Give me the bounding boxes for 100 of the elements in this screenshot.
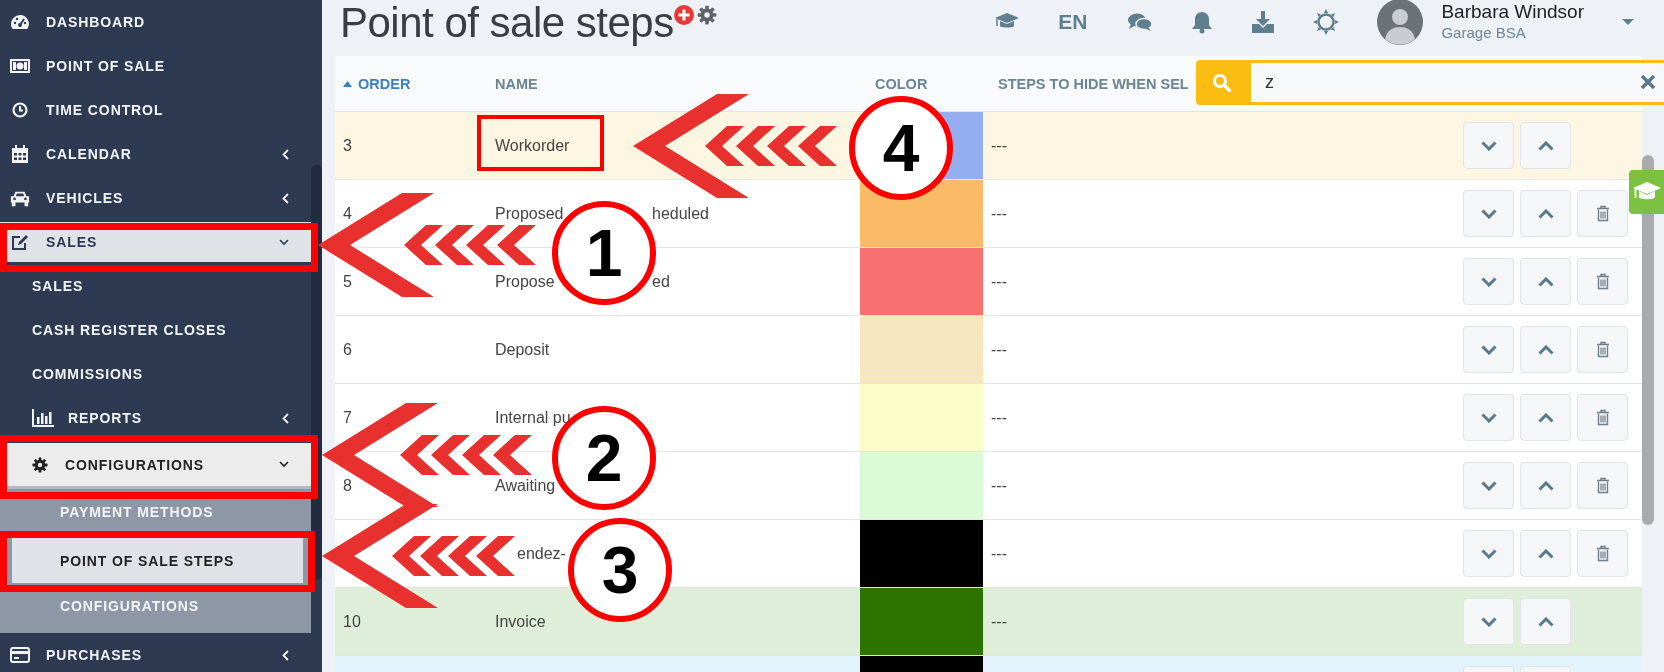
help-tab[interactable] [1629, 170, 1664, 214]
move-up-button[interactable] [1520, 190, 1571, 237]
step-name: Invoice [495, 612, 546, 631]
chevron-up-icon [1537, 480, 1554, 491]
nav-item[interactable]: REPORTS [0, 396, 311, 440]
credit-card-icon [10, 647, 30, 663]
trash-icon [1595, 273, 1610, 290]
chevron-up-icon [1537, 412, 1554, 423]
move-down-button[interactable] [1463, 394, 1514, 441]
chevron-down-icon [1480, 616, 1497, 627]
move-up-button[interactable] [1520, 326, 1571, 373]
nav-item[interactable]: CALENDAR [0, 132, 311, 176]
settings-icon[interactable] [696, 5, 717, 25]
nav-item[interactable]: TIME CONTROL [0, 88, 311, 132]
delete-button[interactable] [1577, 394, 1628, 441]
search-field[interactable]: z [1248, 60, 1664, 105]
banknote-icon [10, 59, 30, 73]
delete-button[interactable] [1577, 530, 1628, 577]
table-cell: 4 [343, 204, 352, 223]
chevron-up-icon [1537, 140, 1554, 151]
column-header[interactable]: STEPS TO HIDE WHEN SEL [998, 75, 1189, 92]
table-cell: --- [991, 204, 1007, 223]
nav-item[interactable]: VEHICLES [0, 176, 311, 220]
nav-item[interactable]: POINT OF SALE [0, 44, 311, 88]
delete-button[interactable] [1577, 190, 1628, 237]
move-up-button[interactable] [1520, 122, 1571, 169]
step-name: endez- [517, 544, 566, 563]
chevron-down-icon [1480, 480, 1497, 491]
gauge-icon [10, 14, 30, 30]
column-header[interactable]: COLOR [875, 75, 928, 92]
move-up-button[interactable] [1520, 394, 1571, 441]
user-name: Barbara Windsor [1441, 1, 1584, 23]
move-up-button[interactable] [1520, 462, 1571, 509]
column-header[interactable]: ORDER [343, 75, 411, 92]
chevron-down-icon [1480, 412, 1497, 423]
scrollbar[interactable] [311, 165, 322, 580]
move-down-button[interactable] [1463, 462, 1514, 509]
search-icon [1212, 72, 1232, 93]
nav-item[interactable]: PURCHASES [0, 633, 311, 672]
car-icon [10, 189, 30, 207]
add-icon[interactable] [673, 5, 694, 25]
sort-up-icon [343, 80, 352, 87]
chevron-up-icon [1537, 344, 1554, 355]
nav-item[interactable]: CASH REGISTER CLOSES [0, 308, 311, 352]
clock-icon [10, 102, 30, 118]
chevron-down-icon [1480, 140, 1497, 151]
trash-icon [1595, 409, 1610, 426]
move-up-button[interactable] [1520, 258, 1571, 305]
step-name: Propose [495, 272, 555, 291]
chevron-up-icon [1537, 276, 1554, 287]
table-cell: --- [991, 476, 1007, 495]
nav-item[interactable]: POINT OF SALE STEPS [12, 538, 303, 583]
move-up-button[interactable] [1520, 530, 1571, 577]
sun-icon[interactable] [1313, 9, 1340, 35]
move-down-button[interactable] [1463, 258, 1514, 305]
delete-button[interactable] [1577, 326, 1628, 373]
chevron-down-icon [1480, 548, 1497, 559]
move-down-button[interactable] [1463, 598, 1514, 645]
table-cell: 10 [343, 612, 361, 631]
table-cell: 5 [343, 272, 352, 291]
move-down-button[interactable] [1463, 190, 1514, 237]
trash-icon [1595, 205, 1610, 222]
chevron-down-icon [1480, 344, 1497, 355]
download-icon[interactable] [1251, 11, 1276, 33]
chat-icon[interactable] [1127, 12, 1154, 32]
gear-icon [32, 456, 48, 473]
company-name: Garage BSA [1441, 23, 1527, 43]
language-selector[interactable]: EN [1058, 10, 1088, 34]
caret-icon[interactable] [1622, 18, 1634, 26]
table-cell: 7 [343, 408, 352, 427]
edit-icon [10, 233, 30, 251]
trash-icon [1595, 545, 1610, 562]
column-header[interactable]: NAME [495, 75, 538, 92]
page-title: Point of sale steps [340, 0, 674, 46]
close-icon[interactable] [1640, 74, 1656, 90]
chevron-up-icon [1537, 208, 1554, 219]
nav-item[interactable]: DASHBOARD [0, 0, 311, 44]
calendar-icon [10, 144, 30, 164]
nav-item[interactable]: COMMISSIONS [0, 352, 311, 396]
move-down-button[interactable] [1463, 326, 1514, 373]
nav-item[interactable]: SALES [0, 264, 311, 308]
trash-icon [1595, 341, 1610, 358]
avatar [1377, 0, 1424, 45]
bell-icon[interactable] [1191, 10, 1214, 34]
step-name: Workorder [495, 136, 570, 155]
table-cell: --- [991, 612, 1007, 631]
table-cell: --- [991, 408, 1007, 427]
bar-chart-icon [32, 409, 54, 427]
move-down-button[interactable] [1463, 530, 1514, 577]
step-name: Deposit [495, 340, 550, 359]
table-cell: --- [991, 340, 1007, 359]
table-cell: 6 [343, 340, 352, 359]
delete-button[interactable] [1577, 462, 1628, 509]
search-button[interactable] [1196, 60, 1248, 105]
table-cell: 3 [343, 136, 352, 155]
move-down-button[interactable] [1463, 122, 1514, 169]
table-cell: --- [991, 136, 1007, 155]
table-cell: --- [991, 544, 1007, 563]
delete-button[interactable] [1577, 258, 1628, 305]
move-up-button[interactable] [1520, 598, 1571, 645]
